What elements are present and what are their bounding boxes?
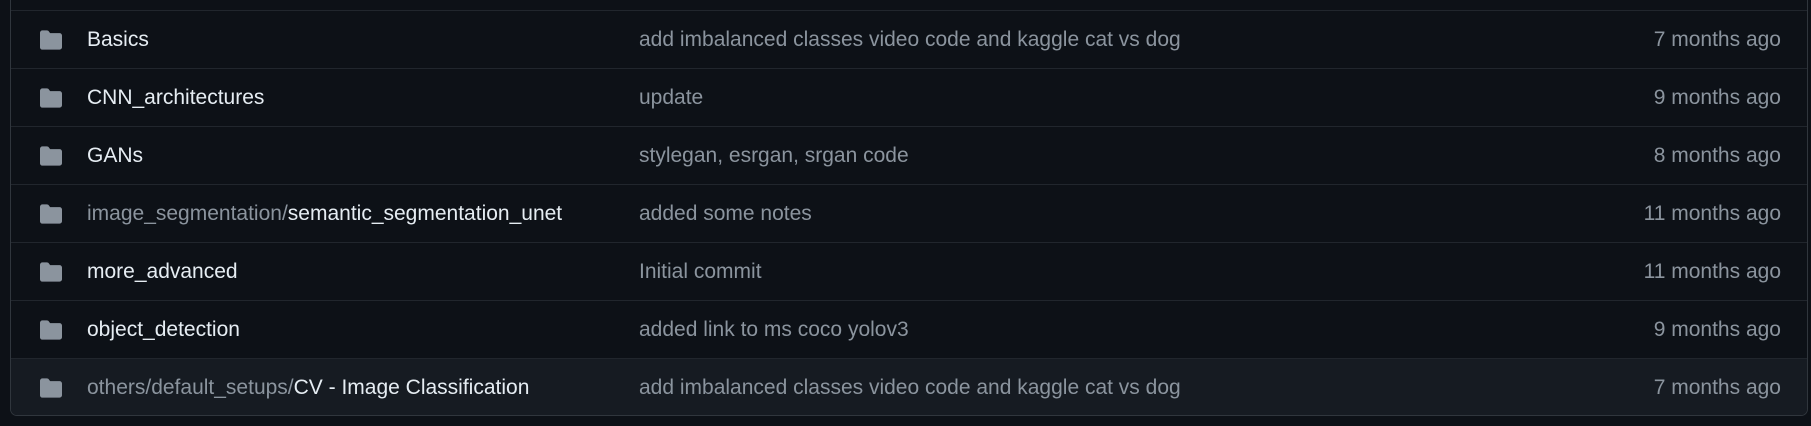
path-prefix[interactable]: image_segmentation/ xyxy=(87,202,288,225)
folder-name[interactable]: CV - Image Classification xyxy=(294,376,530,399)
folder-icon xyxy=(40,29,62,50)
path-prefix[interactable]: others/default_setups/ xyxy=(87,376,294,399)
table-row[interactable]: CNN_architectures update 9 months ago xyxy=(11,69,1807,127)
commit-message-link[interactable]: added link to ms coco yolov3 xyxy=(639,318,909,342)
folder-icon xyxy=(40,145,62,166)
folder-name-link[interactable]: more_advanced xyxy=(87,260,238,284)
folder-icon xyxy=(40,261,62,282)
table-row[interactable]: image_segmentation/semantic_segmentation… xyxy=(11,185,1807,243)
commit-message-link[interactable]: update xyxy=(639,86,703,110)
folder-icon xyxy=(40,319,62,340)
commit-message-link[interactable]: added some notes xyxy=(639,202,812,226)
table-row[interactable]: more_advanced Initial commit 11 months a… xyxy=(11,243,1807,301)
folder-name[interactable]: semantic_segmentation_unet xyxy=(288,202,562,225)
file-list: Basics add imbalanced classes video code… xyxy=(10,0,1808,416)
folder-name-link[interactable]: GANs xyxy=(87,144,143,168)
table-row[interactable]: Basics add imbalanced classes video code… xyxy=(11,11,1807,69)
commit-message-link[interactable]: add imbalanced classes video code and ka… xyxy=(639,376,1181,400)
folder-name[interactable]: Basics xyxy=(87,28,149,51)
folder-name[interactable]: more_advanced xyxy=(87,260,238,283)
commit-message-link[interactable]: stylegan, esrgan, srgan code xyxy=(639,144,909,168)
commit-message-link[interactable]: add imbalanced classes video code and ka… xyxy=(639,28,1181,52)
commit-age: 8 months ago xyxy=(1653,143,1781,167)
folder-name-link[interactable]: image_segmentation/semantic_segmentation… xyxy=(87,202,562,226)
commit-age: 11 months ago xyxy=(1643,201,1781,225)
commit-age: 9 months ago xyxy=(1653,317,1781,341)
table-row[interactable]: others/default_setups/CV - Image Classif… xyxy=(11,359,1807,415)
folder-name[interactable]: object_detection xyxy=(87,318,240,341)
folder-name[interactable]: CNN_architectures xyxy=(87,86,264,109)
commit-age: 11 months ago xyxy=(1643,259,1781,283)
folder-name-link[interactable]: Basics xyxy=(87,28,149,52)
folder-icon xyxy=(40,87,62,108)
folder-name-link[interactable]: object_detection xyxy=(87,318,240,342)
commit-age: 7 months ago xyxy=(1653,27,1781,51)
folder-name[interactable]: GANs xyxy=(87,144,143,167)
commit-message-link[interactable]: Initial commit xyxy=(639,260,762,284)
folder-icon xyxy=(40,203,62,224)
folder-icon xyxy=(40,378,62,398)
table-row[interactable]: GANs stylegan, esrgan, srgan code 8 mont… xyxy=(11,127,1807,185)
table-row[interactable]: object_detection added link to ms coco y… xyxy=(11,301,1807,359)
folder-name-link[interactable]: others/default_setups/CV - Image Classif… xyxy=(87,376,529,400)
commit-age: 9 months ago xyxy=(1653,85,1781,109)
folder-name-link[interactable]: CNN_architectures xyxy=(87,86,264,110)
commit-age: 7 months ago xyxy=(1653,376,1781,399)
